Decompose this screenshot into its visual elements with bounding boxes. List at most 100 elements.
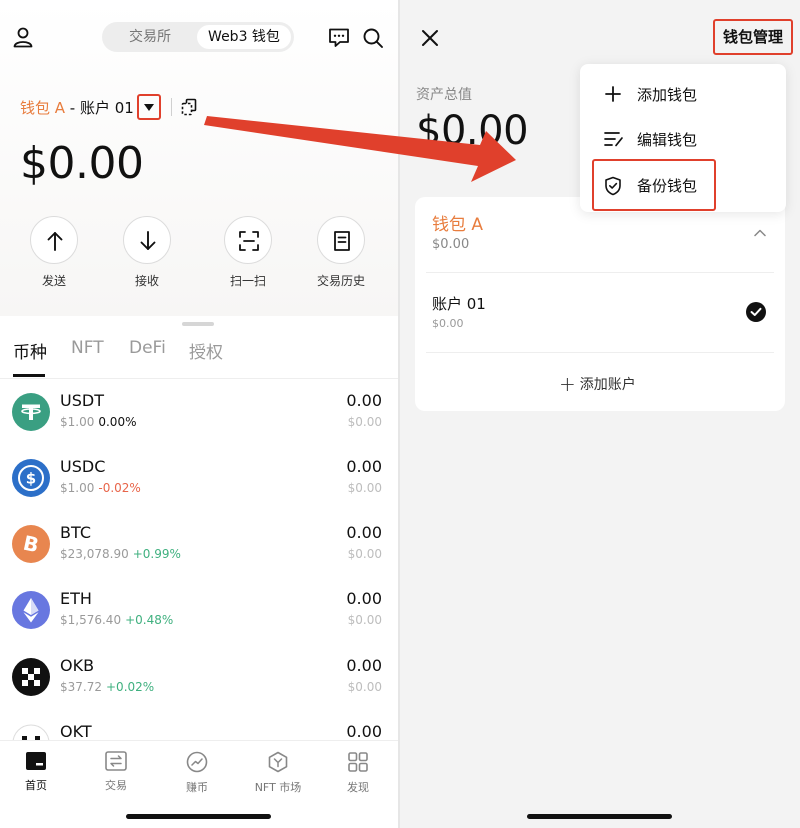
nav-home[interactable]: 首页 — [1, 751, 71, 793]
wallet-name[interactable]: 钱包 A — [432, 210, 483, 235]
drag-handle[interactable] — [182, 322, 214, 326]
divider — [426, 272, 774, 273]
coin-amount: 0.00 — [346, 523, 382, 542]
coin-value: $0.00 — [347, 415, 382, 429]
history-icon — [334, 231, 350, 251]
home-indicator — [527, 814, 672, 819]
usdc-icon: $ — [12, 459, 50, 497]
add-account-button[interactable]: + 添加账户 — [559, 372, 636, 396]
action-label: 扫一扫 — [229, 274, 266, 288]
price-text: $1.00 — [60, 415, 95, 429]
account-value: $0.00 — [432, 317, 464, 330]
coin-amount: 0.00 — [346, 656, 382, 675]
profile-icon[interactable] — [12, 26, 34, 48]
coin-amount: 0.00 — [346, 722, 382, 741]
coin-value: $0.00 — [347, 547, 382, 561]
action-circle — [317, 216, 365, 264]
menu-label: 编辑钱包 — [637, 131, 698, 149]
coin-value: $0.00 — [347, 680, 382, 694]
change-text: +0.99% — [132, 547, 181, 561]
price-text: $1,576.40 — [60, 613, 122, 627]
wallet-value: $0.00 — [432, 237, 470, 252]
separator: - — [65, 99, 80, 117]
copy-icon[interactable] — [181, 98, 198, 116]
search-icon[interactable] — [362, 27, 384, 49]
price-text: $37.72 — [60, 680, 102, 694]
mode-switch: 交易所 Web3 钱包 — [102, 22, 294, 52]
coin-symbol: OKB — [60, 656, 95, 675]
action-circle — [123, 216, 171, 264]
account-name[interactable]: 账户 01 — [432, 293, 486, 314]
nav-label: 首页 — [25, 779, 47, 792]
price-text: $1.00 — [60, 481, 95, 495]
nav-label: 发现 — [347, 781, 369, 794]
coin-symbol: ETH — [60, 589, 92, 608]
arrow-down-icon — [140, 231, 156, 250]
coin-price: $37.72 +0.02% — [60, 680, 154, 694]
tab-nft[interactable]: NFT — [71, 338, 104, 358]
tabs-divider — [0, 378, 398, 379]
coin-amount: 0.00 — [346, 457, 382, 476]
list-item[interactable]: B BTC $23,078.90 +0.99% 0.00 $0.00 — [0, 523, 398, 589]
coin-symbol: USDT — [60, 391, 104, 410]
coin-value: $0.00 — [347, 481, 382, 495]
menu-item-edit-wallet[interactable]: 编辑钱包 — [580, 117, 786, 161]
receive-button[interactable]: 接收 — [107, 216, 187, 289]
btc-icon: B — [12, 525, 50, 563]
wallet-icon — [26, 752, 46, 770]
active-tab-indicator — [13, 374, 45, 377]
home-indicator — [126, 814, 271, 819]
list-item[interactable]: USDT $1.00 0.00% 0.00 $0.00 — [0, 391, 398, 457]
coin-price: $1.00 -0.02% — [60, 481, 141, 495]
nav-earn[interactable]: 赚币 — [162, 751, 232, 795]
coin-price: $23,078.90 +0.99% — [60, 547, 181, 561]
coin-price: $1,576.40 +0.48% — [60, 613, 173, 627]
tab-defi[interactable]: DeFi — [129, 338, 166, 358]
tab-approvals[interactable]: 授权 — [189, 338, 223, 363]
earn-icon — [186, 751, 208, 773]
action-circle — [30, 216, 78, 264]
price-text: $23,078.90 — [60, 547, 129, 561]
caret-down-icon — [144, 104, 154, 111]
coin-price: $1.00 0.00% — [60, 415, 136, 429]
wallet-name: 钱包 A — [20, 99, 66, 117]
tab-tokens[interactable]: 币种 — [13, 338, 47, 363]
coin-value: $0.00 — [347, 613, 382, 627]
plus-icon: + — [559, 372, 576, 396]
coin-symbol: BTC — [60, 523, 91, 542]
nav-trade[interactable]: 交易 — [81, 751, 151, 793]
coin-amount: 0.00 — [346, 589, 382, 608]
message-icon[interactable] — [328, 27, 350, 48]
wallet-menu: 添加钱包 编辑钱包 备份钱包 — [580, 64, 786, 212]
send-button[interactable]: 发送 — [14, 216, 94, 289]
menu-item-add-wallet[interactable]: 添加钱包 — [580, 72, 786, 116]
scan-button[interactable]: 扫一扫 — [208, 216, 288, 289]
nft-market-icon — [268, 751, 288, 773]
list-item[interactable]: OKB $37.72 +0.02% 0.00 $0.00 — [0, 656, 398, 722]
divider — [171, 98, 172, 116]
account-dropdown-button[interactable] — [137, 94, 161, 120]
nav-discover[interactable]: 发现 — [323, 751, 393, 795]
history-button[interactable]: 交易历史 — [301, 216, 381, 289]
arrow-up-icon — [47, 232, 63, 251]
wallet-management-button[interactable]: 钱包管理 — [713, 19, 793, 55]
tab-exchange[interactable]: 交易所 — [108, 25, 192, 49]
tab-web3-wallet[interactable]: Web3 钱包 — [197, 25, 291, 49]
account-name: 账户 01 — [79, 99, 134, 117]
scan-icon — [239, 231, 259, 251]
total-balance: $0.00 — [20, 138, 144, 189]
action-label: 接收 — [134, 274, 159, 288]
svg-text:$: $ — [26, 470, 36, 488]
eth-icon — [12, 591, 50, 629]
account-selector[interactable]: 钱包 A - 账户 01 — [20, 97, 134, 119]
discover-icon — [348, 752, 368, 772]
wallet-card: 钱包 A $0.00 账户 01 $0.00 + 添加账户 — [415, 197, 785, 411]
action-label: 交易历史 — [316, 274, 365, 288]
web3-wallet-home: 交易所 Web3 钱包 钱包 A - 账户 01 $0.00 发送 接收 扫一扫… — [0, 0, 398, 828]
list-item[interactable]: ETH $1,576.40 +0.48% 0.00 $0.00 — [0, 589, 398, 655]
nav-nft-market[interactable]: NFT 市场 — [243, 751, 313, 795]
close-icon[interactable] — [421, 29, 439, 47]
list-item[interactable]: $ USDC $1.00 -0.02% 0.00 $0.00 — [0, 457, 398, 523]
change-text: +0.02% — [106, 680, 155, 694]
chevron-up-icon[interactable] — [753, 228, 767, 237]
